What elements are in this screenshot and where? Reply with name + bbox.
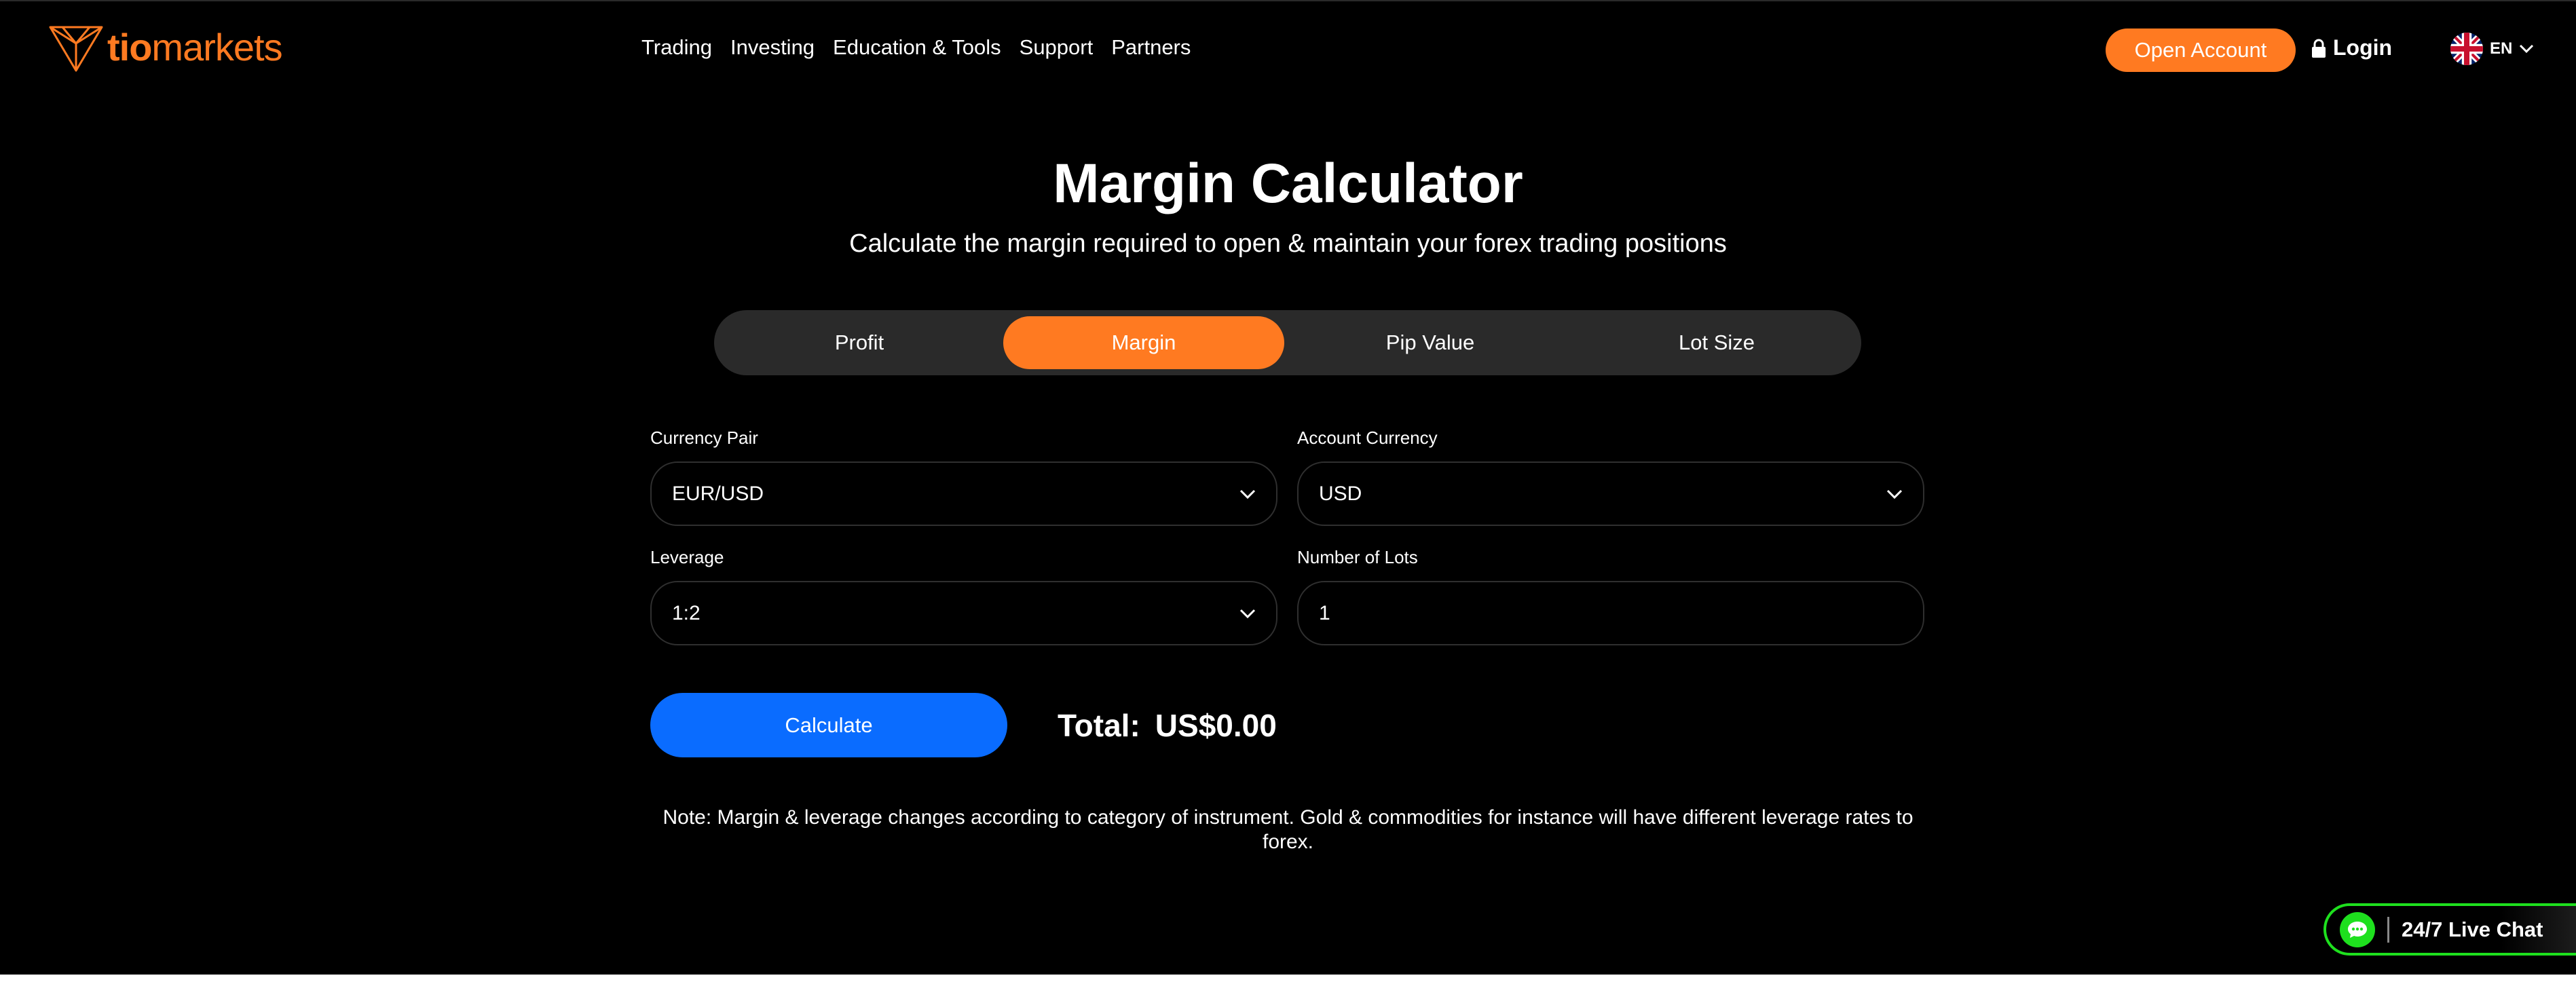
chevron-down-icon — [2519, 44, 2534, 54]
logo-text: tiomarkets — [107, 26, 283, 69]
nav-item-investing[interactable]: Investing — [730, 35, 815, 60]
currency-pair-value: EUR/USD — [672, 482, 764, 505]
account-currency-label: Account Currency — [1297, 428, 1438, 448]
tab-pip-value[interactable]: Pip Value — [1290, 316, 1571, 369]
number-of-lots-label: Number of Lots — [1297, 547, 1418, 567]
main-nav: Trading Investing Education & Tools Supp… — [641, 35, 1191, 60]
divider — [2387, 916, 2389, 943]
tab-lot-size[interactable]: Lot Size — [1576, 316, 1857, 369]
live-chat-button[interactable]: 24/7 Live Chat — [2323, 903, 2576, 956]
tab-margin[interactable]: Margin — [1003, 316, 1284, 369]
currency-pair-label: Currency Pair — [650, 428, 758, 448]
chevron-down-icon — [1886, 489, 1903, 499]
logo-text-markets: markets — [151, 26, 282, 69]
page-subtitle: Calculate the margin required to open & … — [849, 229, 1727, 258]
tiomarkets-logo-icon — [49, 26, 103, 72]
total-label: Total: — [1058, 708, 1140, 743]
language-selector[interactable]: EN — [2450, 33, 2534, 65]
account-currency-select[interactable]: USD — [1297, 461, 1924, 526]
margin-note: Note: Margin & leverage changes accordin… — [662, 806, 1914, 853]
tab-profit[interactable]: Profit — [720, 316, 998, 369]
total-value: US$0.00 — [1155, 708, 1277, 743]
chevron-down-icon — [1239, 609, 1256, 618]
login-link[interactable]: Login — [2311, 35, 2392, 60]
logo[interactable]: tiomarkets — [48, 23, 283, 72]
currency-pair-select[interactable]: EUR/USD — [650, 461, 1277, 526]
calculator-tabs: Profit Margin Pip Value Lot Size — [714, 310, 1861, 375]
live-chat-label: 24/7 Live Chat — [2402, 917, 2543, 941]
nav-item-partners[interactable]: Partners — [1111, 35, 1191, 60]
calculate-button[interactable]: Calculate — [650, 693, 1007, 757]
number-of-lots-input[interactable]: 1 — [1297, 581, 1924, 645]
page: tiomarkets Trading Investing Education &… — [0, 0, 2576, 975]
chevron-down-icon — [1239, 489, 1256, 499]
logo-text-tio: tio — [107, 26, 152, 69]
leverage-value: 1:2 — [672, 601, 701, 624]
nav-item-trading[interactable]: Trading — [641, 35, 712, 60]
language-label: EN — [2490, 39, 2513, 58]
nav-item-support[interactable]: Support — [1020, 35, 1094, 60]
login-label: Login — [2333, 35, 2393, 60]
chat-bubble-icon — [2340, 911, 2375, 947]
leverage-label: Leverage — [650, 547, 724, 567]
account-currency-value: USD — [1319, 482, 1362, 505]
leverage-select[interactable]: 1:2 — [650, 581, 1277, 645]
page-title: Margin Calculator — [1053, 153, 1523, 214]
total-result: Total: US$0.00 — [1058, 707, 1277, 744]
uk-flag-icon — [2450, 33, 2483, 65]
nav-item-education-tools[interactable]: Education & Tools — [833, 35, 1001, 60]
open-account-button[interactable]: Open Account — [2106, 29, 2296, 72]
number-of-lots-value: 1 — [1319, 601, 1330, 624]
lock-icon — [2312, 39, 2326, 58]
